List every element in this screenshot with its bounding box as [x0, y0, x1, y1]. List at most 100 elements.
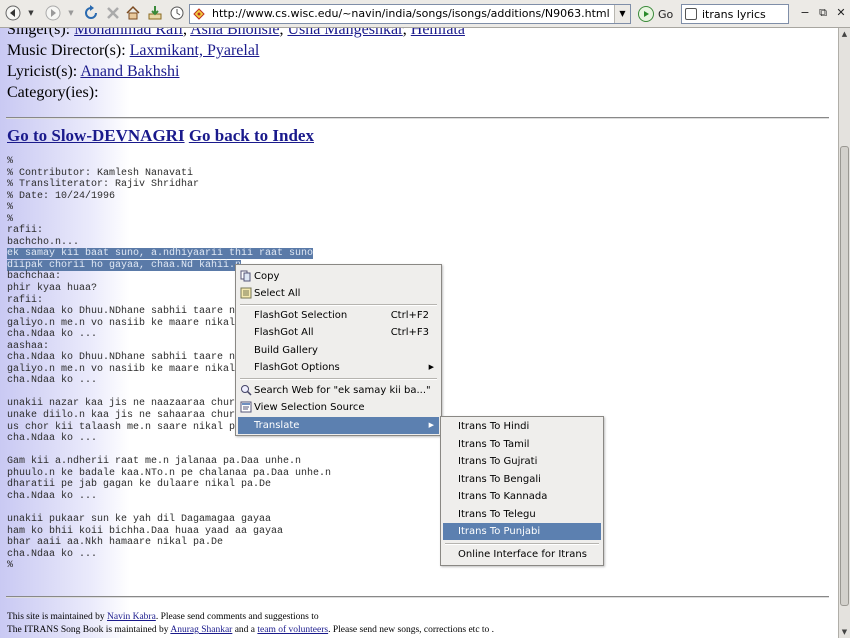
singer-link[interactable]: Asha Bhonsle	[190, 28, 279, 38]
submenu-arrow-icon: ▶	[428, 363, 434, 371]
menu-item-label: Search Web for "ek samay kii ba..."	[254, 385, 431, 396]
menu-item-flashgot-all[interactable]: FlashGot All Ctrl+F3	[238, 324, 439, 341]
download-icon[interactable]	[146, 4, 164, 22]
lyric-line: Gam kii a.ndherii raat me.n jalanaa pa.D…	[7, 456, 331, 468]
search-bar[interactable]	[681, 4, 789, 24]
lyricist-line: Lyricist(s): Anand Bakhshi	[7, 63, 179, 81]
lyric-text: dharatii pe jab gagan ke dulaare nikal p…	[7, 479, 272, 491]
lyric-line: % Contributor: Kamlesh Nanavati	[7, 168, 331, 180]
music-director-line: Music Director(s): Laxmikant, Pyarelal	[7, 42, 259, 60]
lyric-text: diipak chorii ho gayaa, chaa.Nd kahii.n	[7, 259, 242, 271]
history-icon[interactable]	[168, 4, 186, 22]
submenu-item-punjabi[interactable]: Itrans To Punjabi	[443, 523, 601, 540]
minimize-icon[interactable]: −	[798, 6, 812, 20]
menu-item-flashgot-selection[interactable]: FlashGot Selection Ctrl+F2	[238, 307, 439, 324]
forward-icon[interactable]	[44, 4, 62, 22]
footer-text: and a	[232, 625, 258, 635]
back-to-index-link[interactable]: Go back to Index	[189, 126, 314, 145]
lyric-text: aashaa:	[7, 340, 50, 352]
singer-link[interactable]: Usha Mangeshkar	[287, 28, 402, 38]
copy-icon	[240, 270, 251, 282]
forward-dropdown-icon[interactable]: ▼	[62, 4, 80, 22]
lyric-line	[7, 502, 331, 514]
menu-item-label: Itrans To Telegu	[458, 509, 536, 520]
menu-item-label: FlashGot All	[254, 327, 314, 338]
menu-item-shortcut: Ctrl+F2	[390, 310, 429, 321]
submenu-item-online-interface[interactable]: Online Interface for Itrans	[443, 546, 601, 563]
restore-icon[interactable]: ⧉	[816, 6, 830, 20]
lyric-text: % Transliterator: Rajiv Shridhar	[7, 179, 200, 191]
lyric-text: bachcho.n...	[7, 236, 80, 248]
lyric-line: ek samay kii baat suno, a.ndhiyaarii thi…	[7, 248, 331, 260]
volunteers-link[interactable]: team of volunteers	[257, 625, 328, 635]
url-dropdown-icon[interactable]: ▼	[614, 5, 630, 23]
submenu-arrow-icon: ▶	[428, 421, 434, 429]
menu-item-label: FlashGot Options	[254, 362, 340, 373]
search-engine-icon[interactable]	[685, 8, 697, 20]
lyric-text: bhar aaii aa.Nkh hamaare nikal pa.De	[7, 537, 224, 549]
lyric-text: cha.Ndaa ko ...	[7, 375, 98, 387]
submenu-item-tamil[interactable]: Itrans To Tamil	[443, 436, 601, 453]
close-icon[interactable]: ✕	[834, 6, 848, 20]
url-bar[interactable]: http://www.cs.wisc.edu/~navin/india/song…	[189, 4, 631, 24]
music-director-link[interactable]: Laxmikant, Pyarelal	[130, 42, 260, 59]
lyric-text: %	[7, 560, 14, 572]
lyric-text: rafii:	[7, 225, 44, 237]
menu-item-shortcut: Ctrl+F3	[390, 327, 429, 338]
menu-item-label: Select All	[254, 288, 301, 299]
songbook-maintainer-link[interactable]: Anurag Shankar	[170, 625, 232, 635]
scroll-thumb[interactable]	[840, 146, 849, 606]
footer-text: . Please send comments and suggestions t…	[155, 612, 319, 622]
menu-item-label: Translate	[254, 420, 300, 431]
menu-item-translate[interactable]: Translate ▶	[238, 417, 439, 434]
back-dropdown-icon[interactable]: ▼	[22, 4, 40, 22]
menu-item-build-gallery[interactable]: Build Gallery	[238, 342, 439, 359]
maintainer-link[interactable]: Navin Kabra	[107, 612, 156, 622]
stop-icon[interactable]	[104, 4, 122, 22]
lyric-text: %	[7, 202, 14, 214]
lyric-line: phuulo.n ke badale kaa.NTo.n pe chalanaa…	[7, 468, 331, 480]
scroll-down-icon[interactable]: ▼	[839, 626, 850, 638]
lyric-line: %	[7, 214, 331, 226]
menu-item-label: Itrans To Punjabi	[458, 526, 541, 537]
scroll-up-icon[interactable]: ▲	[839, 28, 850, 40]
lyric-text: cha.Ndaa ko ...	[7, 433, 98, 445]
lyric-text: Gam kii a.ndherii raat me.n jalanaa pa.D…	[7, 456, 302, 468]
lyric-line: %	[7, 202, 331, 214]
lyric-line	[7, 445, 331, 457]
singer-link[interactable]: Hemlata	[411, 28, 465, 38]
menu-item-label: Itrans To Tamil	[458, 439, 530, 450]
lyric-text: us chor kii talaash me.n saare nikal pa.	[7, 421, 248, 433]
lyric-text: ham ko bhii koii bichha.Daa huaa yaad aa…	[7, 525, 284, 537]
submenu-item-kannada[interactable]: Itrans To Kannada	[443, 488, 601, 505]
lyric-text: cha.Ndaa ko Dhuu.NDhane sabhii taare nik	[7, 352, 248, 364]
menu-item-select-all[interactable]: Select All	[238, 285, 439, 302]
lyric-line: ham ko bhii koii bichha.Daa huaa yaad aa…	[7, 526, 331, 538]
menu-item-flashgot-options[interactable]: FlashGot Options ▶	[238, 359, 439, 376]
home-icon[interactable]	[124, 4, 142, 22]
lyricist-link[interactable]: Anand Bakhshi	[80, 63, 179, 80]
lyric-text: galiyo.n me.n vo nasiib ke maare nikal p	[7, 363, 248, 375]
go-button[interactable]: Go	[638, 4, 673, 24]
lyricist-label: Lyricist(s):	[7, 63, 78, 80]
menu-item-label: Itrans To Bengali	[458, 474, 541, 485]
submenu-item-gujrati[interactable]: Itrans To Gujrati	[443, 453, 601, 470]
menu-item-search-web[interactable]: Search Web for "ek samay kii ba..."	[238, 382, 439, 399]
lyric-line: cha.Ndaa ko ...	[7, 549, 331, 561]
submenu-item-bengali[interactable]: Itrans To Bengali	[443, 471, 601, 488]
vertical-scrollbar[interactable]: ▲ ▼	[838, 28, 850, 638]
menu-item-view-selection-source[interactable]: View Selection Source	[238, 399, 439, 416]
devnagri-link[interactable]: Go to Slow-DEVNAGRI	[7, 126, 185, 145]
back-icon[interactable]	[4, 4, 22, 22]
menu-item-copy[interactable]: Copy	[238, 268, 439, 285]
search-input[interactable]	[702, 6, 786, 22]
menu-item-label: Itrans To Gujrati	[458, 456, 538, 467]
submenu-item-hindi[interactable]: Itrans To Hindi	[443, 418, 601, 435]
lyric-text: %	[7, 156, 14, 167]
submenu-item-telegu[interactable]: Itrans To Telegu	[443, 506, 601, 523]
url-text[interactable]: http://www.cs.wisc.edu/~navin/india/song…	[212, 5, 610, 23]
footer-line-1: This site is maintained by Navin Kabra. …	[7, 612, 319, 622]
lyric-line: unakii pukaar sun ke yah dil Dagamagaa g…	[7, 514, 331, 526]
singer-link[interactable]: Mohammad Rafi	[74, 28, 183, 38]
reload-icon[interactable]	[82, 4, 100, 22]
